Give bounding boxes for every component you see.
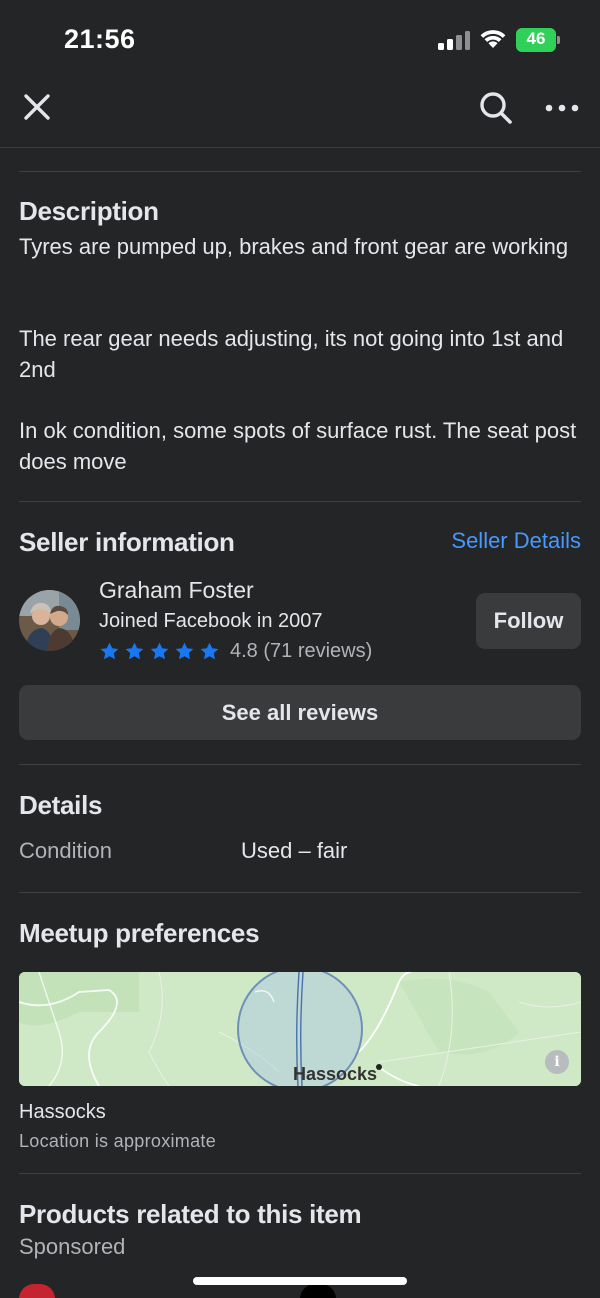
- star-icon: [125, 642, 144, 659]
- meetup-location: Hassocks: [19, 1101, 106, 1123]
- see-all-reviews-button[interactable]: See all reviews: [19, 685, 581, 740]
- location-approximate-note: Location is approximate: [19, 1131, 217, 1151]
- star-icon: [175, 642, 194, 659]
- rating-text: 4.8 (71 reviews): [230, 639, 373, 662]
- section-divider: [19, 501, 581, 502]
- seller-details-link[interactable]: Seller Details: [451, 528, 581, 554]
- status-time: 21:56: [64, 24, 136, 54]
- more-options-icon[interactable]: [544, 96, 580, 120]
- star-icon: [150, 642, 169, 659]
- follow-button[interactable]: Follow: [476, 593, 581, 649]
- status-bar: 21:56 46: [0, 0, 600, 80]
- battery-indicator: 46: [516, 28, 560, 52]
- section-divider: [19, 171, 581, 172]
- sponsor-avatar[interactable]: [300, 1284, 336, 1298]
- condition-label: Condition: [19, 838, 112, 863]
- close-icon[interactable]: [22, 92, 52, 122]
- related-products-heading: Products related to this item: [19, 1199, 362, 1229]
- star-icon: [200, 642, 219, 659]
- search-icon[interactable]: [478, 90, 514, 126]
- details-heading: Details: [19, 790, 103, 820]
- wifi-icon: [480, 30, 506, 48]
- seller-info-heading: Seller information: [19, 527, 235, 557]
- map-place-label: Hassocks: [293, 1064, 378, 1084]
- meetup-map[interactable]: Hassocks i: [19, 972, 581, 1086]
- meetup-heading: Meetup preferences: [19, 918, 260, 948]
- seller-avatar[interactable]: [19, 590, 80, 651]
- description-paragraph-2: The rear gear needs adjusting, its not g…: [19, 326, 564, 382]
- sponsored-label: Sponsored: [19, 1234, 126, 1259]
- seller-rating: 4.8 (71 reviews): [99, 638, 372, 664]
- description-paragraph-3: In ok condition, some spots of surface r…: [19, 418, 577, 474]
- condition-value: Used – fair: [241, 838, 348, 863]
- battery-level: 46: [526, 29, 546, 48]
- marketplace-listing-screen: 21:56 46 Description Tyres are pumped up…: [0, 0, 600, 1298]
- seller-name[interactable]: Graham Foster: [99, 577, 254, 604]
- seller-joined-date: Joined Facebook in 2007: [99, 610, 323, 632]
- description-paragraph-1: Tyres are pumped up, brakes and front ge…: [19, 234, 569, 259]
- top-nav-bar: [0, 80, 600, 148]
- section-divider: [19, 892, 581, 893]
- map-info-icon[interactable]: i: [545, 1050, 569, 1074]
- cellular-signal-icon: [438, 30, 470, 50]
- description-heading: Description: [19, 196, 159, 226]
- home-indicator[interactable]: [193, 1277, 407, 1285]
- section-divider: [19, 1173, 581, 1174]
- avatar-photo: [19, 590, 80, 651]
- sponsor-avatar[interactable]: [19, 1284, 55, 1298]
- star-icon: [100, 642, 119, 659]
- section-divider: [19, 764, 581, 765]
